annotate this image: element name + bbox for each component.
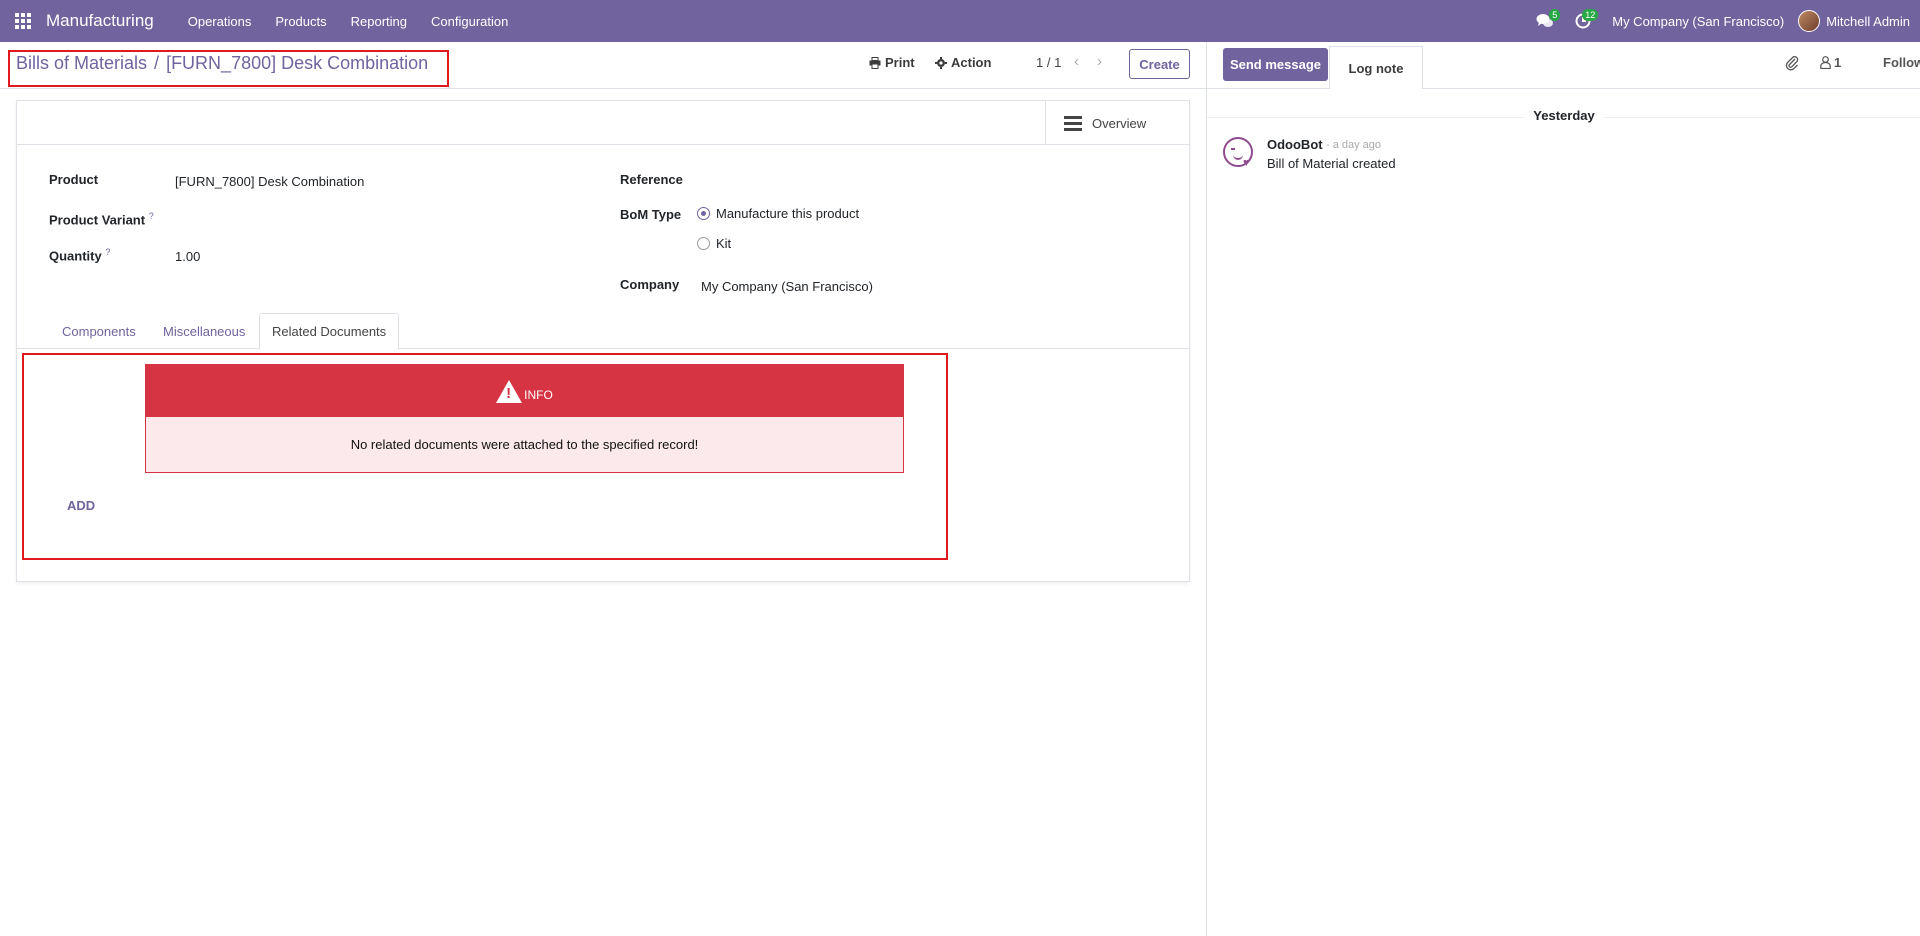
message-time: - a day ago: [1326, 139, 1382, 151]
printer-icon: [869, 56, 881, 69]
add-document-button[interactable]: ADD: [67, 498, 95, 513]
overview-button[interactable]: Overview: [1045, 101, 1189, 145]
menu-products[interactable]: Products: [263, 0, 338, 42]
product-variant-field[interactable]: [175, 209, 575, 229]
messaging-button[interactable]: 5: [1526, 0, 1564, 42]
quantity-field[interactable]: 1.00: [175, 249, 200, 264]
send-message-button[interactable]: Send message: [1223, 48, 1328, 81]
activities-button[interactable]: 12: [1564, 0, 1602, 42]
bom-type-option-label: Manufacture this product: [716, 206, 860, 221]
menu-configuration[interactable]: Configuration: [419, 0, 520, 42]
product-field[interactable]: [FURN_7800] Desk Combination: [175, 174, 364, 189]
pager-next-icon[interactable]: ›: [1097, 53, 1102, 70]
app-name[interactable]: Manufacturing: [46, 11, 154, 31]
alert-title: INFO: [524, 388, 553, 402]
pager-value[interactable]: 1 / 1: [1036, 55, 1061, 70]
company-switcher[interactable]: My Company (San Francisco): [1602, 14, 1798, 29]
tab-related-documents[interactable]: Related Documents: [259, 313, 400, 350]
bom-type-option-label: Kit: [716, 236, 732, 251]
button-box: Overview: [17, 101, 1189, 145]
bom-type-label: BoM Type: [620, 207, 682, 222]
gear-icon: [935, 56, 947, 69]
info-alert: INFO No related documents were attached …: [145, 364, 904, 473]
action-button[interactable]: Action: [935, 55, 991, 70]
highlight-box-title: [8, 50, 449, 87]
menu-operations[interactable]: Operations: [176, 0, 264, 42]
pager-previous-icon[interactable]: ‹: [1074, 53, 1079, 70]
notebook-tabs: Components Miscellaneous Related Documen…: [17, 313, 1189, 350]
list-icon: [1064, 115, 1082, 131]
company-field[interactable]: My Company (San Francisco): [701, 279, 873, 294]
product-label: Product: [49, 172, 99, 187]
chatter-panel: Send message Log note 1 Follow Yesterday…: [1206, 42, 1920, 936]
tab-components[interactable]: Components: [62, 313, 136, 349]
print-button[interactable]: Print: [869, 55, 915, 70]
top-navbar: Manufacturing Operations Products Report…: [0, 0, 1920, 42]
radio-unselected-icon: [697, 237, 710, 250]
activities-count-badge: 12: [1582, 9, 1599, 21]
help-tooltip-icon[interactable]: ?: [105, 247, 110, 257]
user-icon: [1820, 56, 1831, 69]
day-separator: Yesterday: [1207, 108, 1920, 123]
radio-selected-icon: [697, 207, 710, 220]
chatter-topbar: Send message Log note 1 Follow: [1207, 42, 1920, 89]
messages-count-badge: 5: [1549, 9, 1561, 21]
action-label: Action: [951, 55, 992, 70]
apps-menu-icon[interactable]: [0, 0, 46, 42]
warning-icon: [496, 379, 523, 403]
reference-label: Reference: [620, 172, 683, 187]
alert-message: No related documents were attached to th…: [146, 417, 903, 472]
follow-button[interactable]: Follow: [1883, 55, 1920, 70]
message-body: Bill of Material created: [1267, 156, 1396, 171]
overview-label: Overview: [1092, 115, 1147, 131]
paperclip-icon[interactable]: [1785, 55, 1799, 71]
user-name: Mitchell Admin: [1826, 13, 1910, 29]
menu-reporting[interactable]: Reporting: [339, 0, 419, 42]
bom-type-manufacture-radio[interactable]: Manufacture this product: [697, 206, 859, 221]
avatar: [1798, 10, 1821, 32]
print-label: Print: [885, 55, 915, 70]
bom-type-kit-radio[interactable]: Kit: [697, 236, 731, 251]
followers-button[interactable]: 1: [1820, 55, 1841, 70]
help-tooltip-icon[interactable]: ?: [149, 211, 154, 221]
alert-header: INFO: [146, 365, 903, 417]
heart-icon: ♥: [1243, 157, 1250, 169]
followers-count: 1: [1834, 55, 1842, 70]
company-label: Company: [620, 277, 680, 292]
user-menu[interactable]: Mitchell Admin: [1798, 10, 1920, 32]
message-author: OdooBot: [1267, 137, 1323, 152]
log-note-button[interactable]: Log note: [1329, 46, 1423, 89]
tab-miscellaneous[interactable]: Miscellaneous: [163, 313, 245, 349]
reference-field[interactable]: [701, 171, 1141, 191]
product-variant-label: Product Variant ?: [49, 211, 154, 228]
create-button[interactable]: Create: [1129, 49, 1190, 79]
quantity-label: Quantity ?: [49, 247, 111, 264]
